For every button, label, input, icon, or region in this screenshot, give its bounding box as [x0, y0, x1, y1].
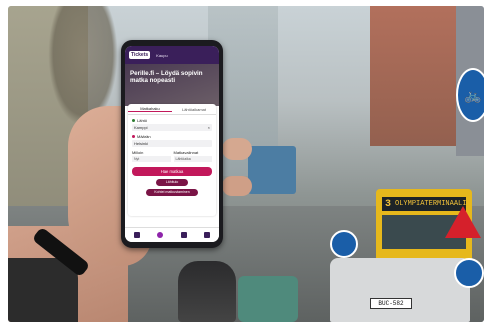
from-label-row: Lähtö: [132, 118, 212, 123]
direction-sign-icon: [330, 230, 358, 258]
to-label: Määrän: [137, 134, 151, 139]
thumb: [222, 138, 252, 160]
nav-home-icon[interactable]: [133, 232, 140, 238]
motorcyclist: [178, 261, 236, 322]
street-photo: 3 OLYMPIATERMINAALI BUC-582 🚲: [8, 6, 484, 322]
secondary-pill-2[interactable]: Kohtei matkustaminen: [146, 189, 198, 196]
hero-headline: Perille.fi – Löydä sopivin matka nopeast…: [130, 70, 203, 84]
from-value: Kamppi: [134, 125, 148, 130]
tram-number: 3: [385, 198, 392, 210]
warning-sign-icon: [445, 206, 481, 238]
secondary-pill-1[interactable]: Lähitulo: [156, 179, 188, 186]
white-car: BUC-582: [330, 258, 470, 322]
when-field[interactable]: Nyt: [132, 156, 171, 162]
bus: [248, 146, 296, 194]
options-label: Matkavalinnat: [173, 150, 199, 155]
search-tabs: Matkahaku Lähtöaikamat: [128, 104, 216, 115]
app-logo: Tickets: [129, 51, 151, 59]
finger: [222, 176, 252, 196]
search-card: Matkahaku Lähtöaikamat Lähtö Kamppi × Mä…: [128, 104, 216, 216]
origin-dot-icon: [132, 119, 135, 122]
hero-banner: Perille.fi – Löydä sopivin matka nopeast…: [125, 64, 219, 106]
options-row: Milloin Nyt Matkavalinnat Lähtöaika: [132, 150, 212, 162]
round-sign-icon: [454, 258, 484, 288]
app-header: Tickets Kaupu: [125, 46, 219, 64]
clear-icon[interactable]: ×: [208, 124, 210, 131]
bicycle-sign-icon: 🚲: [456, 68, 484, 122]
bottom-nav: [125, 227, 219, 242]
search-button[interactable]: Hae matkaa: [132, 167, 212, 176]
nav-search-icon[interactable]: [157, 232, 164, 238]
to-field[interactable]: Helsinki: [132, 140, 212, 147]
from-field[interactable]: Kamppi ×: [132, 124, 212, 131]
tab-departures[interactable]: Lähtöaikamat: [172, 107, 216, 112]
nav-profile-icon[interactable]: [204, 232, 211, 238]
when-label: Milloin: [132, 150, 144, 155]
to-label-row: Määrän: [132, 134, 212, 139]
building-right-brick: [370, 6, 460, 146]
destination-dot-icon: [132, 135, 135, 138]
phone-screen: Tickets Kaupu Perille.fi – Löydä sopivin…: [125, 46, 219, 242]
smartphone: Tickets Kaupu Perille.fi – Löydä sopivin…: [121, 40, 223, 248]
green-car: [238, 276, 298, 322]
options-field[interactable]: Lähtöaika: [173, 156, 212, 162]
tab-journey-search[interactable]: Matkahaku: [128, 106, 172, 112]
to-value: Helsinki: [134, 141, 149, 146]
nav-tickets-icon[interactable]: [180, 232, 187, 238]
from-label: Lähtö: [137, 118, 148, 123]
header-tab[interactable]: Kaupu: [156, 53, 168, 58]
license-plate: BUC-582: [370, 298, 412, 309]
